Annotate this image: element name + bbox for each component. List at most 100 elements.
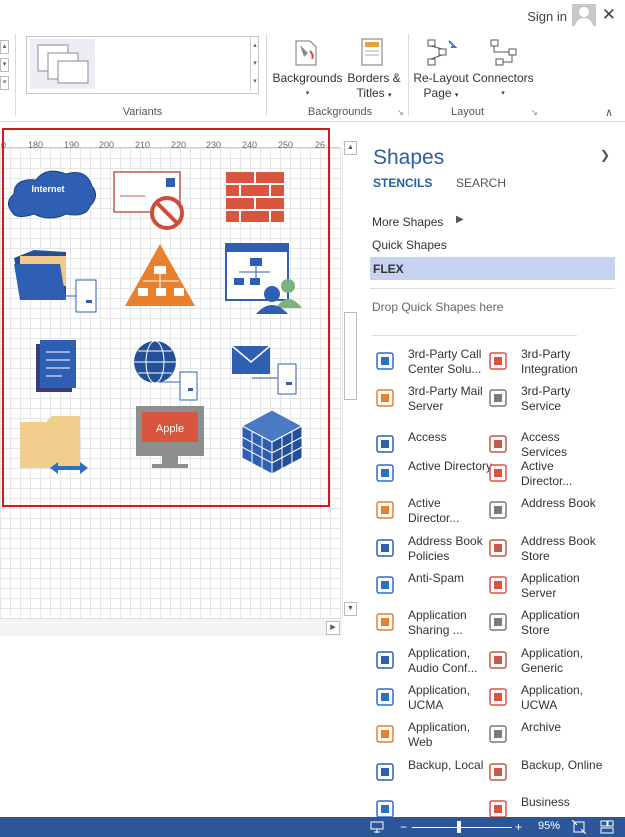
stencil-flex-selected[interactable] bbox=[370, 257, 615, 280]
zoom-level[interactable]: 95% bbox=[538, 820, 560, 832]
shape-item-label: Application, UCMA bbox=[408, 683, 471, 712]
connectors-button[interactable]: Connectors ▾ bbox=[470, 71, 536, 101]
vertical-scroll-thumb[interactable] bbox=[344, 312, 357, 400]
stencil-flex-label: FLEX bbox=[373, 262, 404, 276]
shape-item-label: 3rd-Party Call Center Solu... bbox=[408, 347, 482, 376]
shape-item-label: Backup, Local bbox=[408, 758, 484, 772]
relayout-page-button[interactable]: Re-Layout Page ▾ bbox=[410, 71, 472, 103]
shape-item[interactable]: Active Director... bbox=[374, 496, 492, 532]
connectors-icon bbox=[488, 37, 520, 69]
shape-item[interactable]: Application, UCWA bbox=[487, 683, 605, 719]
shape-item[interactable]: Backup, Local bbox=[374, 758, 492, 794]
shape-item[interactable]: Address Book Policies bbox=[374, 534, 492, 570]
access-icon bbox=[374, 432, 398, 456]
close-icon[interactable]: ✕ bbox=[602, 5, 616, 25]
tab-search[interactable]: SEARCH bbox=[456, 176, 506, 190]
tab-stencils[interactable]: STENCILS bbox=[373, 176, 432, 190]
application-audio-icon bbox=[374, 648, 398, 672]
application-ucma-icon bbox=[374, 685, 398, 709]
shape-item[interactable]: 3rd-Party Mail Server bbox=[374, 384, 492, 420]
shape-item[interactable]: Application, UCMA bbox=[374, 683, 492, 719]
application-web-icon bbox=[374, 722, 398, 746]
active-directory-icon bbox=[374, 461, 398, 485]
quick-shapes-link[interactable]: Quick Shapes bbox=[372, 238, 447, 252]
borders-icon bbox=[359, 37, 387, 69]
shape-item[interactable]: Archive bbox=[487, 720, 605, 756]
variants-more-icon[interactable]: ▾ bbox=[250, 73, 259, 91]
drop-quick-shapes-hint: Drop Quick Shapes here bbox=[372, 300, 504, 314]
shape-item-label: Address Book Policies bbox=[408, 534, 483, 563]
collapse-ribbon-icon[interactable]: ∧ bbox=[605, 106, 613, 119]
shape-item-label: Address Book Store bbox=[521, 534, 596, 563]
fit-to-window-icon[interactable] bbox=[571, 819, 587, 835]
shape-item-label: Application Sharing ... bbox=[408, 608, 467, 637]
shape-item-label: Access bbox=[408, 430, 447, 444]
zoom-in-button[interactable]: + bbox=[515, 820, 522, 834]
switch-windows-icon[interactable] bbox=[600, 820, 614, 834]
shape-item[interactable]: Backup, Online bbox=[487, 758, 605, 794]
shape-item-label: 3rd-Party Integration bbox=[521, 347, 578, 376]
ribbon-scroll-up-icon[interactable]: ▴ bbox=[0, 40, 9, 54]
shape-item[interactable]: Anti-Spam bbox=[374, 571, 492, 607]
shape-item[interactable]: Address Book bbox=[487, 496, 605, 532]
shape-item[interactable]: Active Directory bbox=[374, 459, 492, 495]
shape-item-label: Backup, Online bbox=[521, 758, 603, 772]
shape-item-label: Application Store bbox=[521, 608, 580, 637]
ribbon-scroll-down-icon[interactable]: ▾ bbox=[0, 58, 9, 72]
shape-item-label: Application, Audio Conf... bbox=[408, 646, 478, 675]
workspace-background bbox=[0, 636, 365, 817]
zoom-slider-thumb[interactable] bbox=[457, 821, 461, 833]
more-shapes-link[interactable]: More Shapes bbox=[372, 215, 443, 229]
shape-item[interactable]: Application Server bbox=[487, 571, 605, 607]
dialog-launcher-icon[interactable]: ↘ bbox=[531, 108, 538, 117]
backgrounds-icon bbox=[288, 37, 324, 69]
shape-item[interactable]: Application Store bbox=[487, 608, 605, 644]
variants-scroll-up-icon[interactable]: ▴ bbox=[250, 37, 259, 55]
shape-item[interactable]: Application, Audio Conf... bbox=[374, 646, 492, 682]
ribbon-more-icon[interactable]: ≡ bbox=[0, 76, 9, 90]
shape-item[interactable]: Active Director... bbox=[487, 459, 605, 495]
shape-item-label: Application, Web bbox=[408, 720, 471, 749]
borders-titles-button[interactable]: Borders & Titles ▾ bbox=[344, 71, 404, 103]
scroll-up-icon[interactable]: ▲ bbox=[344, 141, 357, 155]
shape-item[interactable]: Application, Web bbox=[374, 720, 492, 756]
address-book-store-icon bbox=[487, 536, 511, 560]
shape-item-label: Application Server bbox=[521, 571, 580, 600]
chevron-down-icon: ▾ bbox=[305, 90, 310, 97]
backgrounds-button[interactable]: Backgrounds ▾ bbox=[270, 71, 345, 101]
shape-item-label: Active Directory bbox=[408, 459, 493, 473]
presentation-mode-icon[interactable] bbox=[370, 821, 384, 833]
archive-icon bbox=[487, 722, 511, 746]
shape-item[interactable]: 3rd-Party Service bbox=[487, 384, 605, 420]
shape-item[interactable]: Application Sharing ... bbox=[374, 608, 492, 644]
address-book-icon bbox=[487, 498, 511, 522]
active-directory-3-icon bbox=[374, 498, 398, 522]
application-server-icon bbox=[487, 573, 511, 597]
selection-rectangle[interactable] bbox=[2, 128, 330, 507]
sign-in-link[interactable]: Sign in bbox=[527, 9, 567, 24]
chevron-right-icon[interactable]: ▶ bbox=[456, 214, 464, 225]
variant-thumbnail[interactable] bbox=[30, 39, 95, 89]
anti-spam-icon bbox=[374, 573, 398, 597]
shape-item-label: 3rd-Party Service bbox=[521, 384, 571, 413]
shape-item[interactable]: 3rd-Party Integration bbox=[487, 347, 605, 383]
shape-item-label: 3rd-Party Mail Server bbox=[408, 384, 483, 413]
shape-item[interactable]: Application, Generic bbox=[487, 646, 605, 682]
zoom-out-button[interactable]: − bbox=[400, 820, 407, 834]
access-services-icon bbox=[487, 432, 511, 456]
panel-expand-icon[interactable]: ❯ bbox=[600, 148, 610, 162]
shape-item-label: Address Book bbox=[521, 496, 596, 510]
variants-scroll-down-icon[interactable]: ▾ bbox=[250, 55, 259, 73]
scroll-right-icon[interactable]: ▶ bbox=[326, 621, 340, 635]
shape-item[interactable]: 3rd-Party Call Center Solu... bbox=[374, 347, 492, 383]
application-sharing-icon bbox=[374, 610, 398, 634]
horizontal-scrollbar[interactable] bbox=[0, 618, 342, 636]
scroll-down-icon[interactable]: ▼ bbox=[344, 602, 357, 616]
avatar[interactable] bbox=[572, 4, 596, 28]
zoom-slider-track[interactable] bbox=[412, 827, 512, 828]
shape-item[interactable]: Address Book Store bbox=[487, 534, 605, 570]
shape-item-label: Business bbox=[521, 795, 570, 809]
shape-item-label: Application, UCWA bbox=[521, 683, 584, 712]
application-generic-icon bbox=[487, 648, 511, 672]
dialog-launcher-icon[interactable]: ↘ bbox=[397, 108, 404, 117]
